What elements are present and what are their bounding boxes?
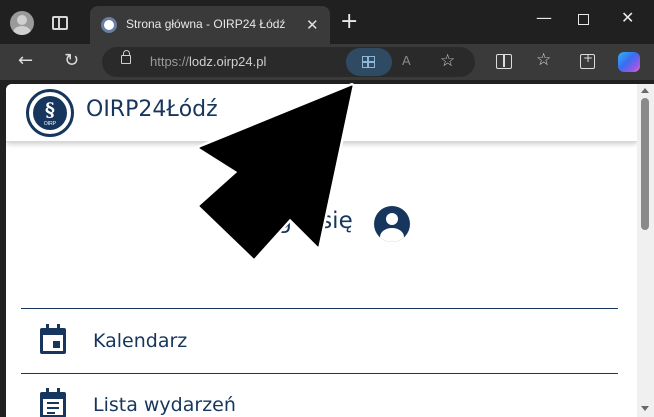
maximize-icon[interactable] xyxy=(578,14,589,25)
profile-head xyxy=(17,15,27,25)
menu-label: Kalendarz xyxy=(93,330,188,352)
tab-actions-icon[interactable] xyxy=(52,16,68,30)
back-arrow-icon[interactable]: ← xyxy=(18,50,33,72)
menu-item-calendar[interactable]: Kalendarz xyxy=(21,322,618,362)
address-bar[interactable]: https://lodz.oirp24.pl A ☆ xyxy=(102,47,475,77)
site-header: § OIRP OIRP24Łódź xyxy=(6,84,637,142)
logo-inner: § OIRP xyxy=(33,96,67,130)
window-close-icon[interactable]: ✕ xyxy=(621,8,634,27)
reload-icon[interactable]: ↻ xyxy=(64,50,79,72)
list-line xyxy=(47,407,59,409)
login-link[interactable]: Zaloguj się xyxy=(6,204,637,244)
lock-icon[interactable] xyxy=(121,50,131,64)
url-text[interactable]: https://lodz.oirp24.pl xyxy=(150,54,266,69)
app-view-icon[interactable] xyxy=(346,48,392,76)
copilot-icon[interactable] xyxy=(618,52,640,72)
minimize-icon[interactable]: — xyxy=(536,8,552,27)
web-page: § OIRP OIRP24Łódź Zaloguj się Kalendarz xyxy=(6,84,637,417)
list-line xyxy=(47,412,55,414)
close-icon[interactable]: ✕ xyxy=(306,16,319,34)
tab-title: Strona główna - OIRP24 Łódź xyxy=(126,17,286,31)
split-screen-icon[interactable] xyxy=(496,54,512,69)
collections-icon[interactable] xyxy=(580,51,595,69)
browser-toolbar: ← ↻ https://lodz.oirp24.pl A ☆ ☆ xyxy=(0,44,654,80)
active-tab[interactable]: Strona główna - OIRP24 Łódź ✕ xyxy=(90,6,330,44)
site-brand[interactable]: OIRP24Łódź xyxy=(86,97,218,122)
profile-body xyxy=(13,26,31,35)
oirp-seal-icon xyxy=(101,17,117,33)
app-view-glyph xyxy=(362,56,375,68)
menu-item-event-list[interactable]: Lista wydarzeń xyxy=(21,386,618,417)
read-aloud-icon[interactable]: A xyxy=(402,53,411,68)
paragraph-icon: § xyxy=(45,99,55,121)
url-scheme: https:// xyxy=(150,54,190,69)
tab-strip: Strona główna - OIRP24 Łódź ✕ + — ✕ xyxy=(0,0,654,44)
star-icon[interactable]: ☆ xyxy=(440,51,455,71)
menu-divider xyxy=(21,373,618,374)
event-list-icon xyxy=(40,388,66,417)
oirp-logo[interactable]: § OIRP xyxy=(26,89,74,137)
calendar-icon xyxy=(40,324,66,354)
list-line xyxy=(47,402,59,404)
account-icon[interactable] xyxy=(374,206,410,242)
page-scrollbar[interactable] xyxy=(637,84,654,417)
logo-text: OIRP xyxy=(43,121,57,127)
menu-divider xyxy=(21,308,618,309)
account-head xyxy=(386,213,398,225)
plus-icon[interactable]: + xyxy=(340,11,358,33)
login-label[interactable]: Zaloguj się xyxy=(227,208,353,234)
account-body xyxy=(380,228,404,242)
scroll-down-icon[interactable] xyxy=(641,406,649,411)
scrollbar-thumb[interactable] xyxy=(641,98,649,230)
calendar-day-mark xyxy=(53,341,60,348)
profile-icon[interactable] xyxy=(10,11,34,35)
scroll-up-icon[interactable] xyxy=(641,88,649,93)
browser-window: Strona główna - OIRP24 Łódź ✕ + — ✕ ← ↻ … xyxy=(0,0,654,417)
favorites-list-icon[interactable]: ☆ xyxy=(536,50,551,70)
menu-label: Lista wydarzeń xyxy=(93,394,236,416)
url-host: lodz.oirp24.pl xyxy=(189,54,267,69)
